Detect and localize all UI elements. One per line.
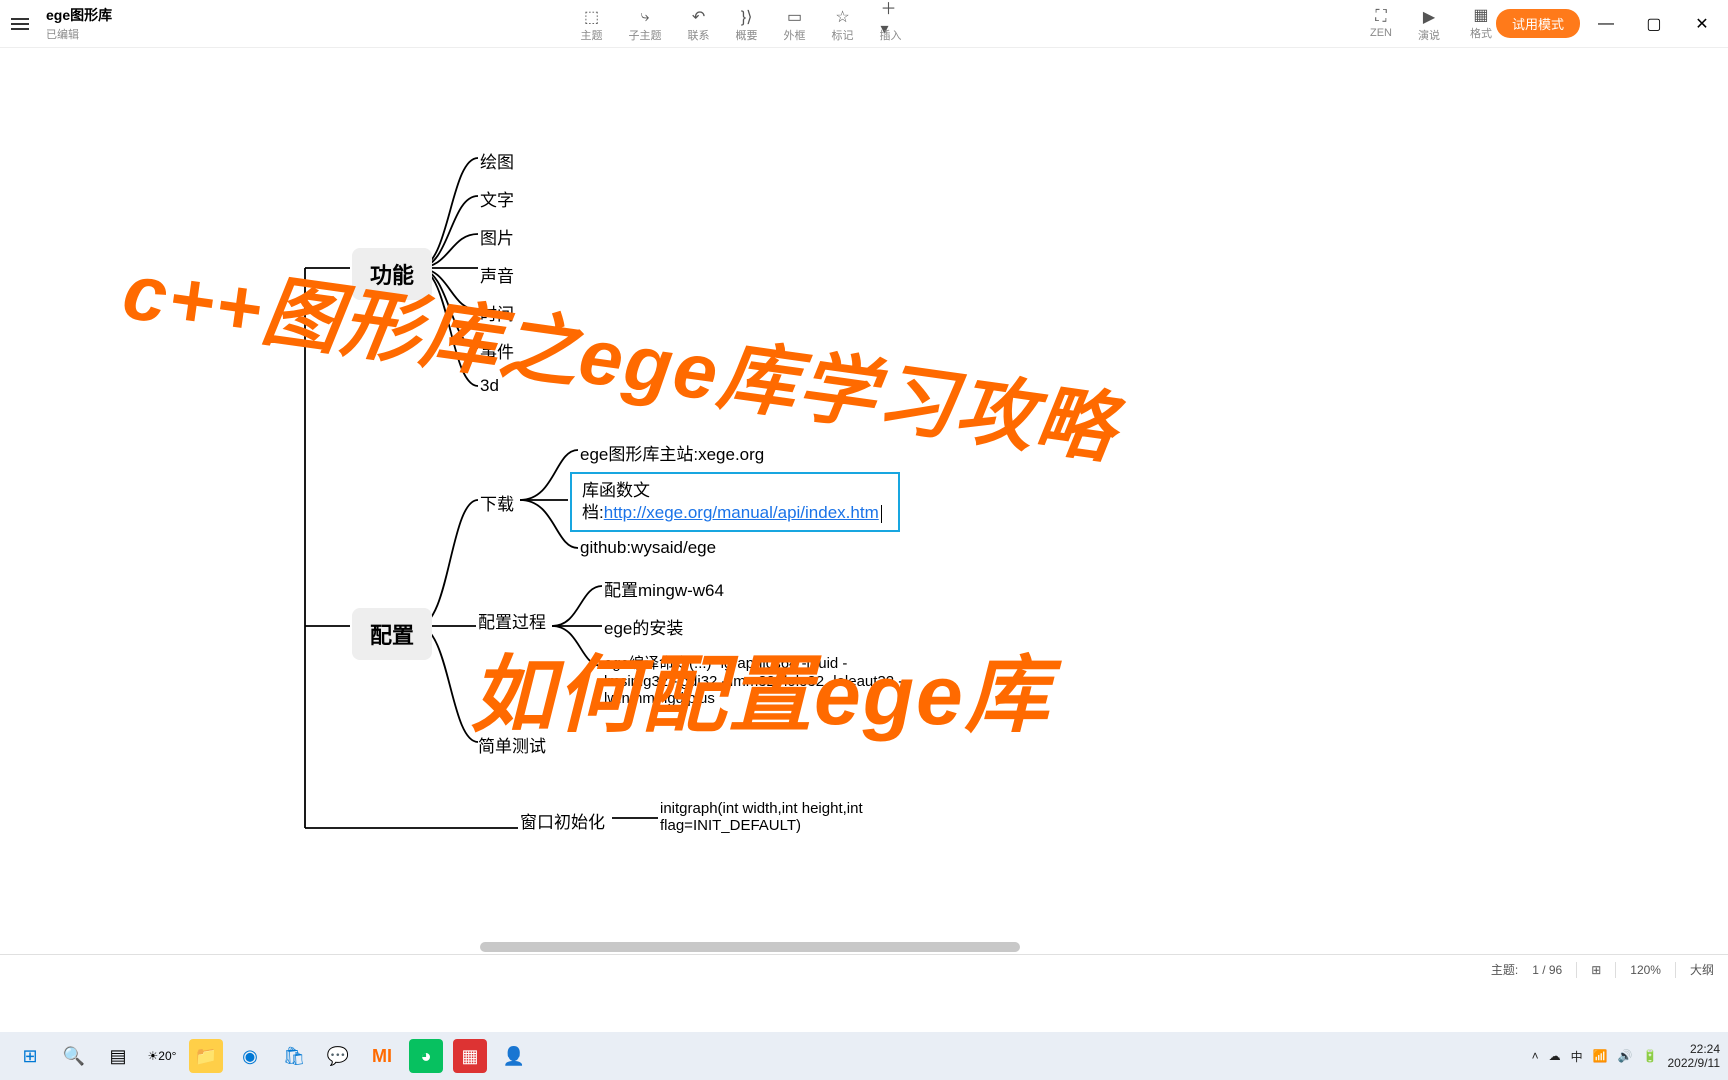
app1-icon[interactable]: ▦ [453,1039,487,1073]
window-minimize[interactable]: — [1584,6,1628,42]
store-icon[interactable]: 🛍 [277,1039,311,1073]
explorer-icon[interactable]: 📁 [189,1039,223,1073]
tool-topic[interactable]: ⬚主题 [581,9,603,43]
boundary-icon: ▭ [785,9,805,25]
tray-wifi-icon[interactable]: 📶 [1593,1049,1608,1063]
node-mainsite[interactable]: ege图形库主站:xege.org [580,440,764,465]
node-editing-api-doc[interactable]: 库函数文档:http://xege.org/manual/api/index.h… [570,472,900,532]
tray-ime[interactable]: 中 [1571,1048,1583,1065]
node-mingw[interactable]: 配置mingw-w64 [604,576,724,601]
node-func[interactable]: 功能 [352,248,432,300]
status-outline[interactable]: 大纲 [1690,961,1714,978]
search-icon[interactable]: 🔍 [57,1039,91,1073]
separator [1675,962,1676,978]
tray-volume-icon[interactable]: 🔊 [1618,1049,1633,1063]
topic-icon: ⬚ [582,9,602,25]
horizontal-scrollbar[interactable] [480,942,1020,952]
weather-widget[interactable]: ☀20° [145,1039,179,1073]
text-caret [881,505,882,523]
edit-link[interactable]: http://xege.org/manual/api/index.htm [604,503,879,522]
relation-icon: ↶ [689,9,709,25]
menu-button[interactable] [0,4,40,44]
tray-battery-icon[interactable]: 🔋 [1643,1049,1658,1063]
node-draw[interactable]: 绘图 [480,148,514,173]
toolbar-end: ▦格式 试用模式 — ▢ ✕ [1470,6,1728,42]
present-icon: ▶ [1419,9,1439,25]
node-time[interactable]: 时间 [480,300,514,325]
status-topic-label: 主题: [1491,961,1518,978]
map-icon[interactable]: ⊞ [1591,963,1601,977]
zen-icon: ⛶ [1371,9,1391,25]
mindmap-canvas[interactable]: 功能 绘图 文字 图片 声音 时间 事件 3d 配置 下载 ege图形库主站:x… [0,48,1728,1032]
subtopic-icon: ⤷ [635,9,655,25]
node-wininit[interactable]: 窗口初始化 [520,808,605,833]
edge-icon[interactable]: ◉ [233,1039,267,1073]
node-initgraph[interactable]: initgraph(int width,int height,int flag=… [660,800,980,834]
status-bar: 主题: 1 / 96 ⊞ 120% 大纲 [0,954,1728,984]
window-close[interactable]: ✕ [1680,6,1724,42]
marker-icon: ☆ [833,9,853,25]
titlebar: ege图形库 已编辑 ⬚主题 ⤷子主题 ↶联系 }⟩概要 ▭外框 ☆标记 ＋▾插… [0,0,1728,48]
node-config[interactable]: 配置 [352,608,432,660]
system-tray: ˄ ☁ 中 📶 🔊 🔋 22:24 2022/9/11 [1532,1042,1720,1070]
status-topic-value: 1 / 96 [1532,963,1562,977]
insert-icon: ＋▾ [881,9,901,25]
mi-icon[interactable]: MI [365,1039,399,1073]
toolbar-center: ⬚主题 ⤷子主题 ↶联系 }⟩概要 ▭外框 ☆标记 ＋▾插入 [581,5,902,43]
trial-button[interactable]: 试用模式 [1496,9,1580,38]
edge-layer [0,48,1728,1032]
node-event[interactable]: 事件 [480,338,514,363]
toolbar-right: ⛶ZEN ▶演说 [1370,5,1440,43]
app2-icon[interactable]: 👤 [497,1039,531,1073]
node-compile[interactable]: ege编译命令(...) -lgraphics64 -luuid -lmsimg… [604,652,904,707]
chat-icon[interactable]: 💬 [321,1039,355,1073]
doc-title: ege图形库 [46,5,112,25]
node-test[interactable]: 简单测试 [478,732,546,757]
tool-relation[interactable]: ↶联系 [688,9,710,43]
tool-summary[interactable]: }⟩概要 [736,9,758,43]
summary-icon: }⟩ [737,9,757,25]
doc-subtitle: 已编辑 [46,26,112,42]
tray-cloud-icon[interactable]: ☁ [1549,1049,1561,1063]
separator [1576,962,1577,978]
tray-clock[interactable]: 22:24 2022/9/11 [1668,1042,1721,1070]
tool-boundary[interactable]: ▭外框 [784,9,806,43]
start-button[interactable]: ⊞ [13,1039,47,1073]
node-process[interactable]: 配置过程 [478,608,546,633]
node-image[interactable]: 图片 [480,224,514,249]
node-install[interactable]: ege的安装 [604,614,683,639]
separator [1615,962,1616,978]
node-github[interactable]: github:wysaid/ege [580,538,716,558]
node-text[interactable]: 文字 [480,186,514,211]
tool-insert[interactable]: ＋▾插入 [880,9,902,43]
window-maximize[interactable]: ▢ [1632,6,1676,42]
tool-subtopic[interactable]: ⤷子主题 [629,9,662,43]
taskview-icon[interactable]: ▤ [101,1039,135,1073]
wechat-icon[interactable]: ◕ [409,1039,443,1073]
windows-taskbar: ⊞ 🔍 ▤ ☀20° 📁 ◉ 🛍 💬 MI ◕ ▦ 👤 ˄ ☁ 中 📶 🔊 🔋 … [0,1032,1728,1080]
node-download[interactable]: 下载 [480,490,514,515]
status-zoom[interactable]: 120% [1630,963,1661,977]
tool-format[interactable]: ▦格式 [1470,7,1492,41]
tool-present[interactable]: ▶演说 [1418,9,1440,43]
doc-title-block: ege图形库 已编辑 [46,5,112,42]
node-sound[interactable]: 声音 [480,262,514,287]
node-3d[interactable]: 3d [480,376,499,396]
format-icon: ▦ [1471,7,1491,23]
tray-chevron-icon[interactable]: ˄ [1532,1049,1539,1063]
tool-zen[interactable]: ⛶ZEN [1370,9,1392,39]
tool-marker[interactable]: ☆标记 [832,9,854,43]
